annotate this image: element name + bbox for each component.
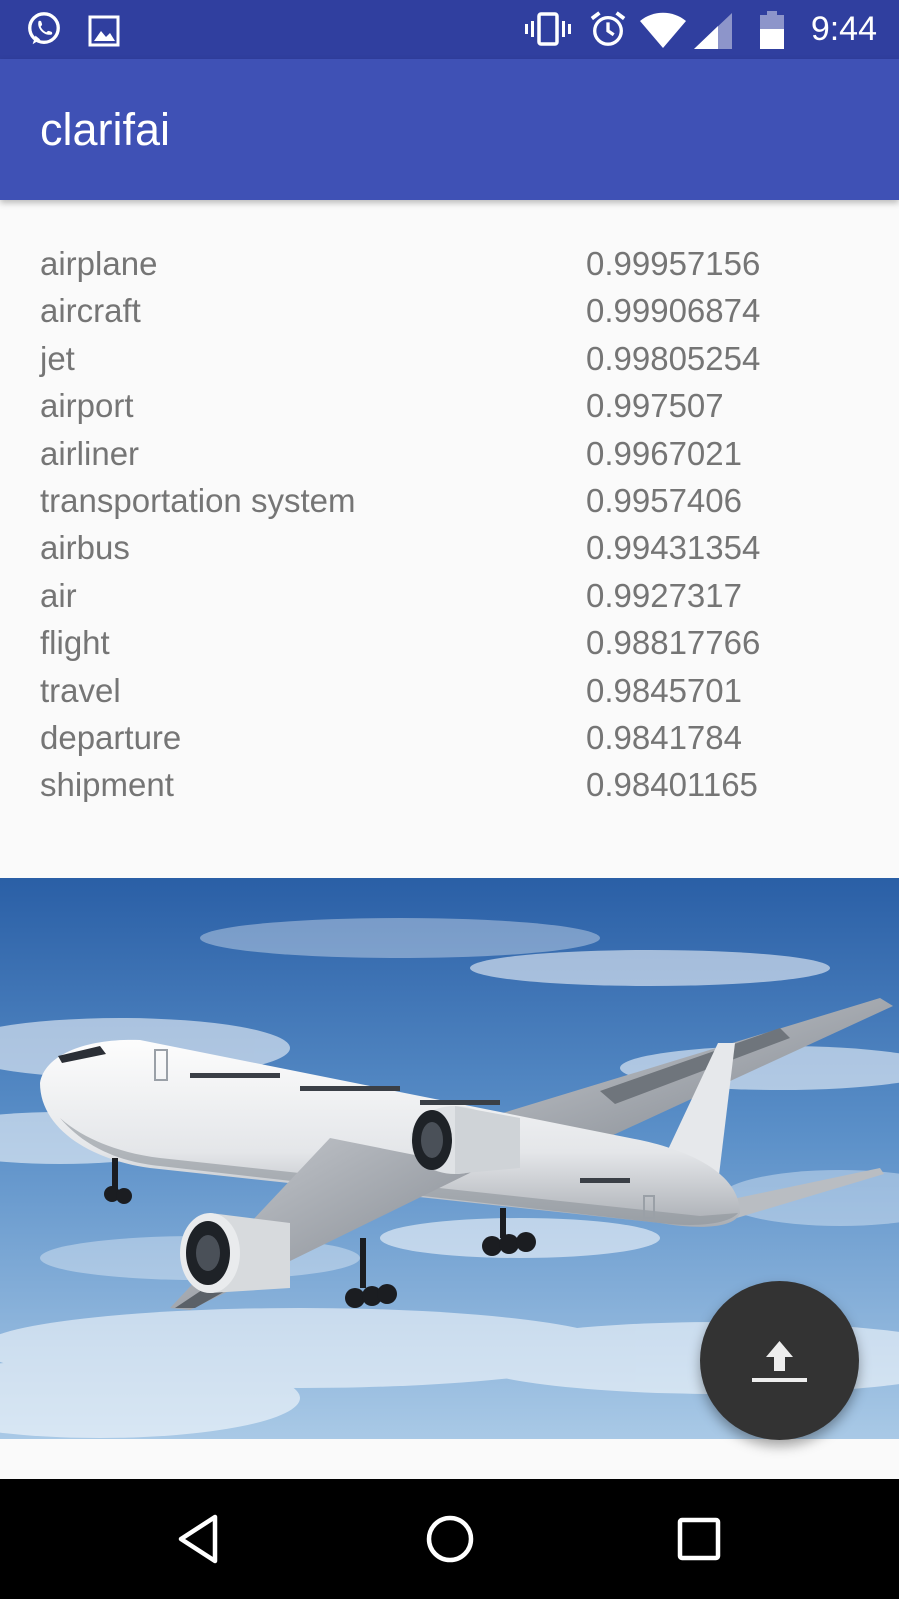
vibrate-icon [525,12,571,46]
result-label: airbus [40,529,130,567]
result-row: shipment 0.98401165 [0,761,899,802]
result-row: air 0.9927317 [0,572,899,619]
result-score: 0.98817766 [586,624,761,662]
result-row: transportation system 0.9957406 [0,477,899,524]
recents-icon[interactable] [669,1509,729,1569]
result-label: shipment [40,766,174,802]
result-score: 0.9967021 [586,434,742,472]
result-row: airbus 0.99431354 [0,524,899,571]
result-label: jet [40,339,75,377]
result-label: airport [40,387,134,425]
result-score: 0.997507 [586,387,724,425]
status-time: 9:44 [810,10,877,48]
alarm-icon [590,11,626,46]
result-score: 0.99805254 [586,339,761,377]
result-row: aircraft 0.99906874 [0,287,899,334]
app-title: clarifai [40,104,171,155]
result-score: 0.99431354 [586,529,761,567]
battery-icon [760,11,784,49]
whatsapp-icon [28,12,60,45]
result-label: transportation system [40,481,356,519]
signal-icon [694,13,732,49]
app-bar: clarifai [0,59,899,200]
result-row: travel 0.9845701 [0,667,899,714]
upload-icon [752,1341,807,1382]
back-icon[interactable] [172,1509,232,1569]
result-label: departure [40,718,182,756]
result-label: airplane [40,245,158,282]
result-row: flight 0.98817766 [0,619,899,666]
result-score: 0.9927317 [586,576,742,614]
gallery-icon [88,15,120,47]
results-list[interactable]: airplane 0.99957156 aircraft 0.99906874 … [0,240,899,802]
result-score: 0.98401165 [586,766,758,802]
status-bar: 9:44 [0,0,899,59]
result-row: airplane 0.99957156 [0,240,899,287]
result-score: 0.9957406 [586,481,742,519]
result-row: departure 0.9841784 [0,714,899,761]
result-label: air [40,576,77,614]
navigation-bar [0,1479,899,1599]
result-row: airliner 0.9967021 [0,430,899,477]
home-icon[interactable] [420,1509,480,1569]
upload-button[interactable] [700,1281,859,1440]
result-label: aircraft [40,292,141,330]
result-score: 0.9845701 [586,671,742,709]
result-row: airport 0.997507 [0,382,899,429]
result-row: jet 0.99805254 [0,335,899,382]
result-label: flight [40,624,110,662]
result-label: travel [40,671,121,709]
result-label: airliner [40,434,140,472]
result-score: 0.99906874 [586,292,761,330]
wifi-icon [640,12,686,48]
result-score: 0.99957156 [586,245,761,282]
result-score: 0.9841784 [586,718,742,756]
